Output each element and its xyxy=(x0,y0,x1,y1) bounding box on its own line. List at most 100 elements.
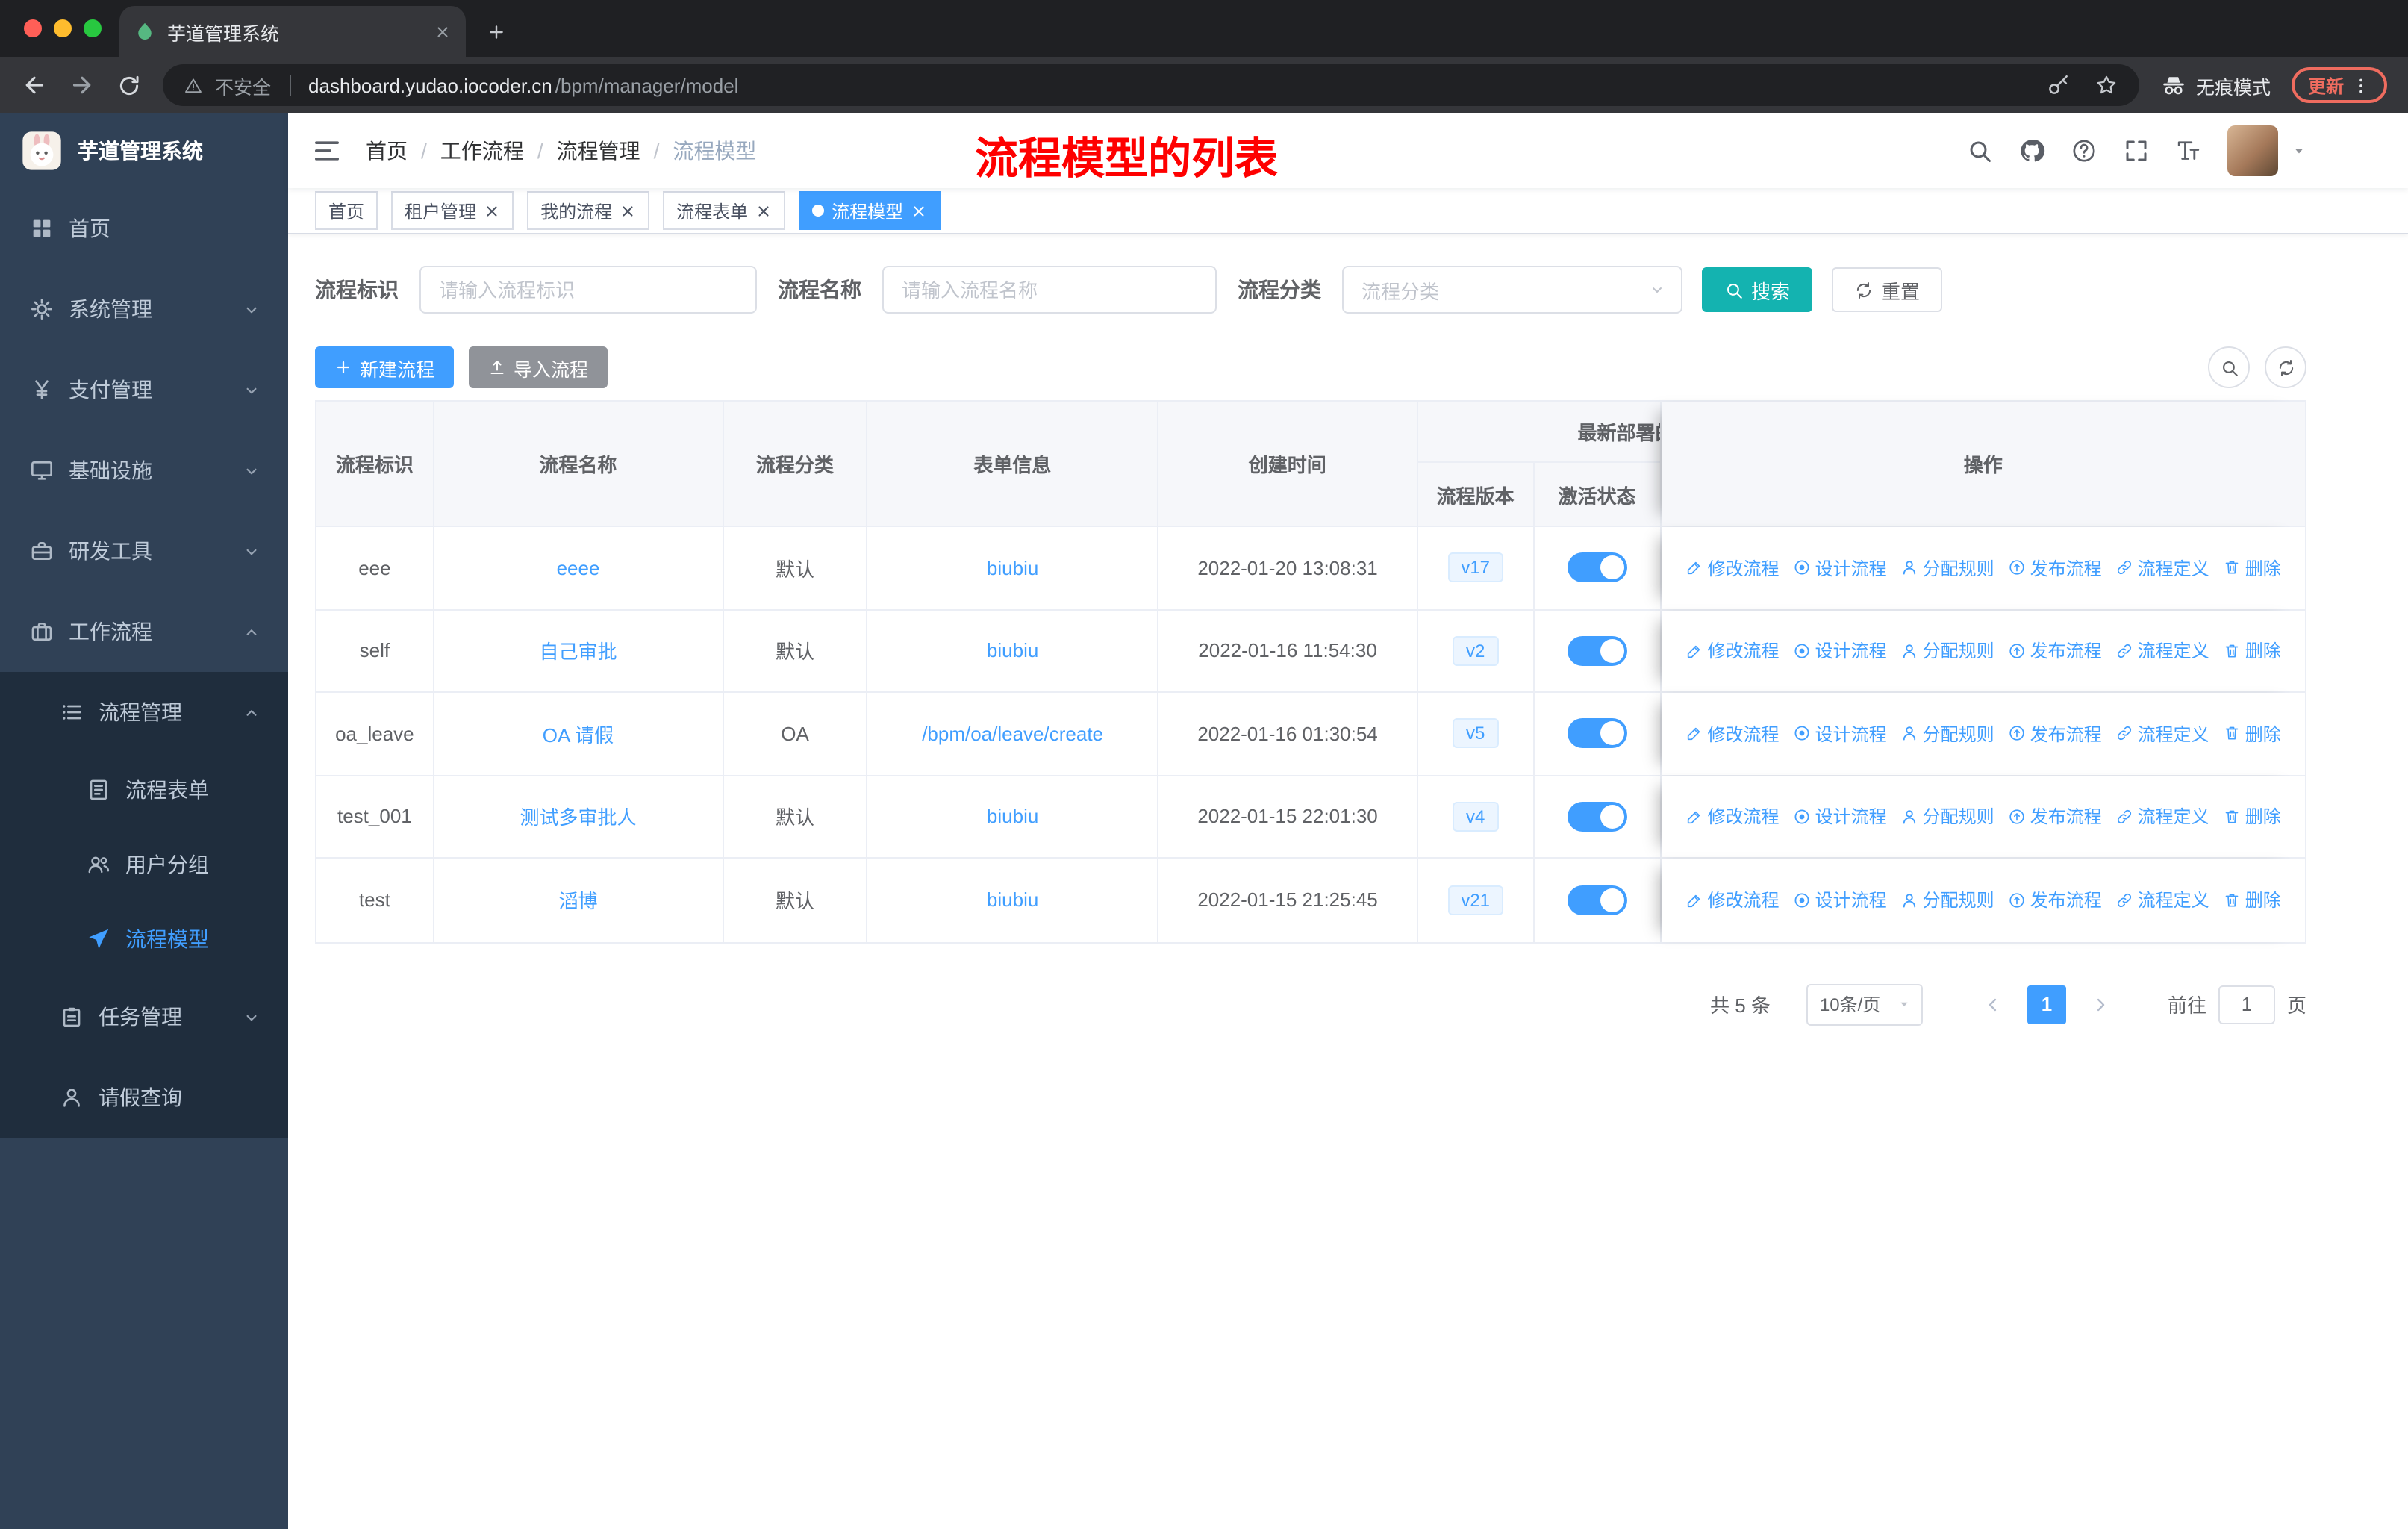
page-number-1[interactable]: 1 xyxy=(2027,985,2066,1024)
tab-close-icon[interactable] xyxy=(434,23,451,40)
form-info-link[interactable]: biubiu xyxy=(987,557,1038,579)
tag-tenant-management[interactable]: 租户管理 xyxy=(391,191,514,230)
action-design-model[interactable]: 设计流程 xyxy=(1793,721,1887,747)
action-model-definition[interactable]: 流程定义 xyxy=(2115,888,2209,913)
tag-home[interactable]: 首页 xyxy=(315,191,378,230)
action-publish-model[interactable]: 发布流程 xyxy=(2008,555,2102,581)
prev-page-button[interactable] xyxy=(1974,985,2012,1024)
action-publish-model[interactable]: 发布流程 xyxy=(2008,721,2102,747)
create-model-button[interactable]: 新建流程 xyxy=(315,346,455,388)
action-model-definition[interactable]: 流程定义 xyxy=(2115,555,2209,581)
action-design-model[interactable]: 设计流程 xyxy=(1793,888,1887,913)
breadcrumb-item[interactable]: 工作流程 xyxy=(440,136,524,166)
form-info-link[interactable]: biubiu xyxy=(987,806,1038,828)
fontsize-icon[interactable] xyxy=(2175,137,2202,164)
action-publish-model[interactable]: 发布流程 xyxy=(2008,888,2102,913)
action-delete-model[interactable]: 删除 xyxy=(2223,555,2281,581)
action-design-model[interactable]: 设计流程 xyxy=(1793,555,1887,581)
sidebar-collapse-icon[interactable] xyxy=(312,136,342,166)
action-design-model[interactable]: 设计流程 xyxy=(1793,638,1887,664)
tag-my-process[interactable]: 我的流程 xyxy=(527,191,650,230)
action-edit-model[interactable]: 修改流程 xyxy=(1685,721,1780,747)
next-page-button[interactable] xyxy=(2081,985,2120,1024)
sidebar-item-task-management[interactable]: 任务管理 xyxy=(0,977,288,1057)
browser-update-button[interactable]: 更新 xyxy=(2291,67,2387,103)
sidebar-item-system-management[interactable]: 系统管理 xyxy=(0,269,288,349)
action-assign-rule[interactable]: 分配规则 xyxy=(1900,638,1994,664)
sidebar-item-process-management[interactable]: 流程管理 xyxy=(0,672,288,753)
action-assign-rule[interactable]: 分配规则 xyxy=(1900,721,1994,747)
action-edit-model[interactable]: 修改流程 xyxy=(1685,638,1780,664)
model-name-link[interactable]: 滔博 xyxy=(558,886,597,915)
sidebar-item-workflow[interactable]: 工作流程 xyxy=(0,591,288,672)
action-edit-model[interactable]: 修改流程 xyxy=(1685,804,1780,829)
bookmark-star-icon[interactable] xyxy=(2094,73,2118,97)
form-info-link[interactable]: biubiu xyxy=(987,640,1038,662)
model-name-link[interactable]: eeee xyxy=(557,557,600,579)
toggle-search-button[interactable] xyxy=(2208,346,2250,388)
breadcrumb-item[interactable]: 首页 xyxy=(366,136,408,166)
zoom-window-button[interactable] xyxy=(84,19,102,37)
action-publish-model[interactable]: 发布流程 xyxy=(2008,638,2102,664)
fullscreen-icon[interactable] xyxy=(2123,137,2150,164)
action-delete-model[interactable]: 删除 xyxy=(2223,721,2281,747)
search-icon[interactable] xyxy=(1966,137,1993,164)
model-name-link[interactable]: OA 请假 xyxy=(543,720,614,748)
action-delete-model[interactable]: 删除 xyxy=(2223,804,2281,829)
user-avatar[interactable] xyxy=(2227,125,2278,176)
tag-close-icon[interactable] xyxy=(484,202,500,219)
form-info-link[interactable]: biubiu xyxy=(987,889,1038,912)
breadcrumb-item[interactable]: 流程管理 xyxy=(557,136,640,166)
model-name-link[interactable]: 自己审批 xyxy=(539,637,617,665)
new-tab-button[interactable] xyxy=(487,22,506,42)
tag-process-model[interactable]: 流程模型 xyxy=(799,191,941,230)
question-icon[interactable] xyxy=(2071,137,2097,164)
action-model-definition[interactable]: 流程定义 xyxy=(2115,638,2209,664)
action-design-model[interactable]: 设计流程 xyxy=(1793,804,1887,829)
active-state-toggle[interactable] xyxy=(1567,801,1627,832)
sidebar-item-payment-management[interactable]: 支付管理 xyxy=(0,349,288,430)
goto-page-input[interactable] xyxy=(2218,985,2275,1024)
action-edit-model[interactable]: 修改流程 xyxy=(1685,888,1780,913)
form-info-link[interactable]: /bpm/oa/leave/create xyxy=(922,723,1103,745)
sidebar-item-process-form[interactable]: 流程表单 xyxy=(0,753,288,827)
active-state-toggle[interactable] xyxy=(1567,552,1627,583)
forward-icon[interactable] xyxy=(69,72,96,99)
action-delete-model[interactable]: 删除 xyxy=(2223,888,2281,913)
active-state-toggle[interactable] xyxy=(1567,885,1627,915)
active-state-toggle[interactable] xyxy=(1567,718,1627,749)
close-window-button[interactable] xyxy=(24,19,42,37)
address-bar[interactable]: 不安全 dashboard.yudao.iocoder.cn /bpm/mana… xyxy=(163,64,2139,106)
back-icon[interactable] xyxy=(21,72,48,99)
action-delete-model[interactable]: 删除 xyxy=(2223,638,2281,664)
action-assign-rule[interactable]: 分配规则 xyxy=(1900,804,1994,829)
sidebar-item-infrastructure[interactable]: 基础设施 xyxy=(0,430,288,511)
browser-tab[interactable]: 芋道管理系统 xyxy=(119,6,466,57)
model-id-input[interactable] xyxy=(419,266,757,314)
reload-icon[interactable] xyxy=(116,72,142,98)
sidebar-item-dev-tools[interactable]: 研发工具 xyxy=(0,511,288,591)
minimize-window-button[interactable] xyxy=(54,19,72,37)
search-button[interactable]: 搜索 xyxy=(1702,267,1813,312)
action-edit-model[interactable]: 修改流程 xyxy=(1685,555,1780,581)
action-model-definition[interactable]: 流程定义 xyxy=(2115,804,2209,829)
tag-close-icon[interactable] xyxy=(620,202,636,219)
tag-close-icon[interactable] xyxy=(911,202,927,219)
refresh-table-button[interactable] xyxy=(2265,346,2306,388)
tag-process-form[interactable]: 流程表单 xyxy=(663,191,786,230)
sidebar-item-home[interactable]: 首页 xyxy=(0,188,288,269)
action-assign-rule[interactable]: 分配规则 xyxy=(1900,888,1994,913)
reset-button[interactable]: 重置 xyxy=(1832,267,1943,312)
sidebar-item-process-model[interactable]: 流程模型 xyxy=(0,902,288,977)
sidebar-item-leave-query[interactable]: 请假查询 xyxy=(0,1057,288,1138)
import-model-button[interactable]: 导入流程 xyxy=(469,346,608,388)
github-icon[interactable] xyxy=(2018,137,2045,164)
model-name-input[interactable] xyxy=(882,266,1217,314)
action-model-definition[interactable]: 流程定义 xyxy=(2115,721,2209,747)
password-key-icon[interactable] xyxy=(2047,73,2071,97)
active-state-toggle[interactable] xyxy=(1567,635,1627,666)
model-name-link[interactable]: 测试多审批人 xyxy=(520,803,636,831)
app-logo-row[interactable]: 芋道管理系统 xyxy=(0,113,288,188)
security-warning-icon[interactable] xyxy=(184,75,203,95)
category-select[interactable]: 流程分类 xyxy=(1342,266,1682,314)
